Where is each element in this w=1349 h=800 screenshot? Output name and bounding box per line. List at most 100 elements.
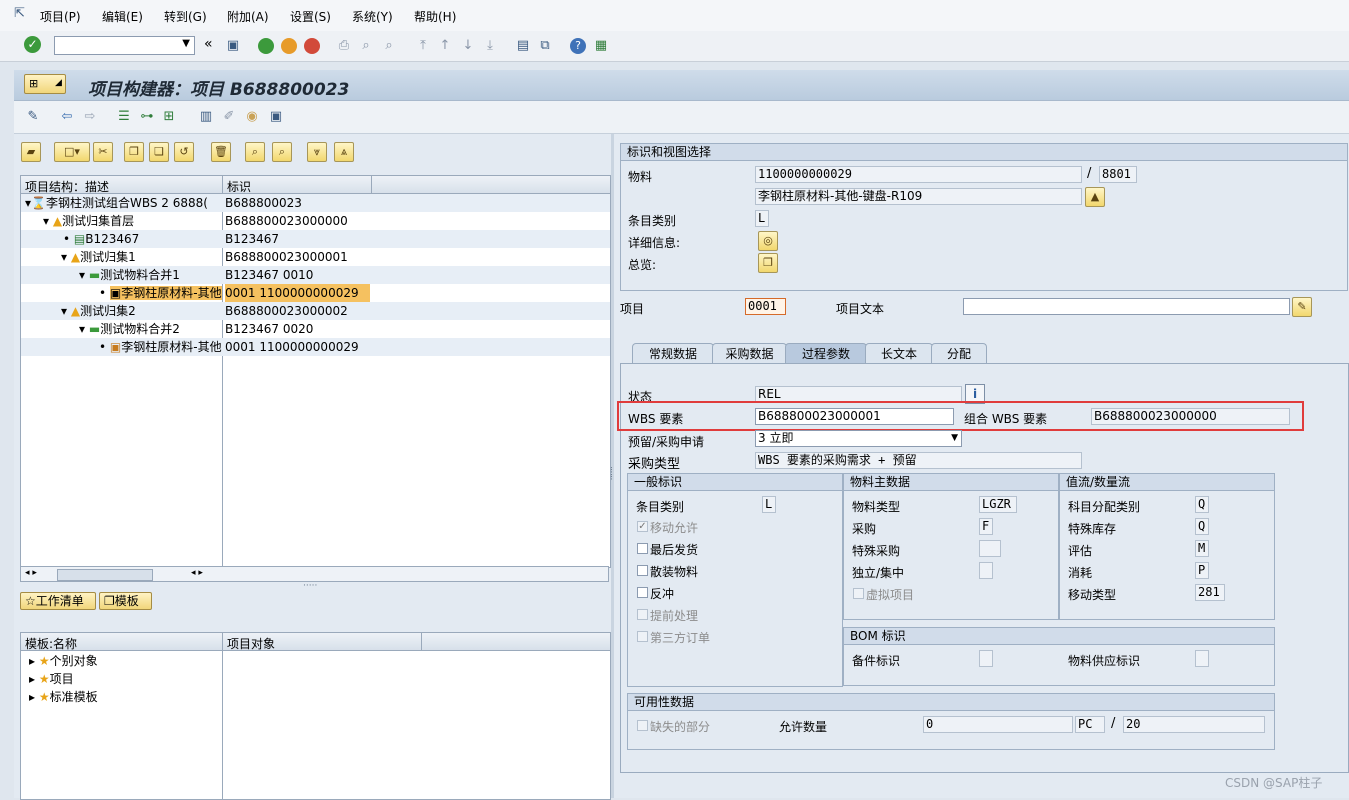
worklist-button[interactable]: ☆工作清单 bbox=[20, 592, 96, 610]
copy-icon[interactable]: ❐ bbox=[124, 142, 144, 162]
display-change-icon[interactable]: ✎ bbox=[24, 108, 42, 126]
collapse-icon[interactable]: ▾ bbox=[79, 322, 85, 336]
splitter-grip[interactable]: ⁝ ⁝ bbox=[610, 467, 613, 483]
expand-icon[interactable]: ⩔ bbox=[307, 142, 327, 162]
scroll-thumb[interactable] bbox=[57, 569, 153, 581]
tree-row[interactable]: ▾ ▲测试归集2 B688800023000002 bbox=[21, 302, 610, 320]
delete-icon[interactable]: 🗑 bbox=[211, 142, 231, 162]
back-object-icon[interactable]: ⇦ bbox=[58, 108, 76, 126]
chevron-down-icon[interactable]: ▼ bbox=[951, 431, 958, 446]
tree-row[interactable]: ▾ ▬测试物料合并2 B123467 0020 bbox=[21, 320, 610, 338]
backflush-checkbox[interactable] bbox=[637, 587, 648, 598]
edit-note-icon[interactable]: ✐ bbox=[220, 108, 238, 126]
services-menu-button[interactable]: ⊞ ◢ bbox=[24, 74, 66, 94]
help-icon[interactable]: ? bbox=[570, 38, 586, 54]
scroll-right-icon[interactable]: ◂ ▸ bbox=[191, 568, 203, 578]
new-object-icon[interactable]: □▾ bbox=[54, 142, 90, 162]
report-icon[interactable]: ▣ bbox=[267, 108, 285, 126]
item-text-field[interactable] bbox=[963, 298, 1290, 315]
material-master-icon[interactable]: ▲ bbox=[1085, 187, 1105, 207]
find-icon[interactable]: ⌕ bbox=[357, 37, 375, 55]
splitter-handle[interactable]: ····· bbox=[303, 581, 317, 591]
network-icon[interactable]: ⊞ bbox=[160, 108, 178, 126]
collapse-icon[interactable]: « bbox=[204, 36, 213, 52]
last-page-icon[interactable]: ⤓ bbox=[481, 37, 499, 55]
missing-part-checkbox[interactable] bbox=[637, 720, 648, 731]
plant-field[interactable]: 8801 bbox=[1099, 166, 1137, 183]
col-identification[interactable]: 标识 bbox=[227, 178, 251, 195]
prev-page-icon[interactable]: ↑ bbox=[436, 37, 454, 55]
col-description[interactable]: 项目结构：描述 bbox=[25, 178, 109, 195]
menu-project[interactable]: 项目(P) bbox=[40, 8, 81, 25]
exit-icon[interactable]: ⇱ bbox=[14, 6, 25, 21]
next-page-icon[interactable]: ↓ bbox=[459, 37, 477, 55]
expand-icon[interactable]: ▸ bbox=[29, 690, 35, 704]
layout-icon[interactable]: ▦ bbox=[592, 37, 610, 55]
back-icon[interactable] bbox=[258, 38, 274, 54]
bulk-material-checkbox[interactable] bbox=[637, 565, 648, 576]
search-next-icon[interactable]: ⌕ bbox=[272, 142, 292, 162]
planning-board-icon[interactable]: ▥ bbox=[197, 108, 215, 126]
early-processing-checkbox[interactable] bbox=[637, 609, 648, 620]
tree-row[interactable]: ▾⌛李钢柱测试组合WBS 2 6888( B688800023 bbox=[21, 194, 610, 212]
tab-assignment[interactable]: 分配 bbox=[931, 343, 987, 364]
overview-icon[interactable]: ❐ bbox=[758, 253, 778, 273]
enter-icon[interactable]: ✓ bbox=[24, 36, 41, 53]
save-icon[interactable]: ▣ bbox=[224, 37, 242, 55]
hierarchy-icon[interactable]: ☰ bbox=[115, 108, 133, 126]
reservation-select[interactable]: 3 立即 ▼ bbox=[755, 430, 962, 447]
tab-general[interactable]: 常规数据 bbox=[632, 343, 714, 364]
menu-system[interactable]: 系统(Y) bbox=[352, 8, 393, 25]
menu-help[interactable]: 帮助(H) bbox=[414, 8, 456, 25]
command-field[interactable]: ▼ bbox=[54, 36, 195, 55]
template-item[interactable]: ▸ ★个别对象 bbox=[29, 652, 618, 670]
move-allowed-checkbox[interactable]: ✓ bbox=[637, 521, 648, 532]
expand-icon[interactable]: ▸ bbox=[29, 654, 35, 668]
menu-settings[interactable]: 设置(S) bbox=[290, 8, 331, 25]
template-item[interactable]: ▸ ★标准模板 bbox=[29, 688, 618, 706]
collapse-all-icon[interactable]: ⩓ bbox=[334, 142, 354, 162]
tree-row-selected[interactable]: • ▣李钢柱原材料-其他 0001 1100000000029 bbox=[21, 284, 610, 302]
template-item[interactable]: ▸ ★项目 bbox=[29, 670, 618, 688]
scroll-left-icon[interactable]: ◂ ▸ bbox=[25, 568, 37, 578]
exit-transaction-icon[interactable] bbox=[281, 38, 297, 54]
cancel-icon[interactable] bbox=[304, 38, 320, 54]
cut-icon[interactable]: ✂ bbox=[93, 142, 113, 162]
open-folder-icon[interactable]: ▰ bbox=[21, 142, 41, 162]
tree-row[interactable]: ▾ ▬测试物料合并1 B123467 0010 bbox=[21, 266, 610, 284]
tree-row[interactable]: ▾ ▲测试归集首层 B688800023000000 bbox=[21, 212, 610, 230]
collapse-icon[interactable]: ▾ bbox=[79, 268, 85, 282]
chevron-down-icon[interactable]: ▼ bbox=[182, 38, 190, 49]
structure-icon[interactable]: ⊶ bbox=[138, 108, 156, 126]
collapse-icon[interactable]: ▾ bbox=[61, 250, 67, 264]
tree-row[interactable]: • ▤B123467 B123467 bbox=[21, 230, 610, 248]
shortcut-icon[interactable]: ⧉ bbox=[536, 37, 554, 55]
menu-goto[interactable]: 转到(G) bbox=[164, 8, 207, 25]
phantom-item-checkbox[interactable] bbox=[853, 588, 864, 599]
collapse-icon[interactable]: ▾ bbox=[43, 214, 49, 228]
forward-object-icon[interactable]: ⇨ bbox=[81, 108, 99, 126]
tab-long-text[interactable]: 长文本 bbox=[865, 343, 933, 364]
tab-process-params[interactable]: 过程参数 bbox=[785, 343, 867, 364]
expand-icon[interactable]: ▸ bbox=[29, 672, 35, 686]
menu-extras[interactable]: 附加(A) bbox=[227, 8, 269, 25]
undo-icon[interactable]: ↺ bbox=[174, 142, 194, 162]
cost-icon[interactable]: ◉ bbox=[243, 108, 261, 126]
tree-row[interactable]: • ▣李钢柱原材料-其他 0001 1100000000029 bbox=[21, 338, 610, 356]
horizontal-scrollbar[interactable]: ◂ ▸ ◂ ▸ bbox=[20, 566, 609, 582]
item-number-field[interactable]: 0001 bbox=[745, 298, 786, 315]
col-project-object[interactable]: 项目对象 bbox=[227, 635, 275, 652]
menu-edit[interactable]: 编辑(E) bbox=[102, 8, 143, 25]
edit-text-icon[interactable]: ✎ bbox=[1292, 297, 1312, 317]
third-party-checkbox[interactable] bbox=[637, 631, 648, 642]
final-issue-checkbox[interactable] bbox=[637, 543, 648, 554]
new-session-icon[interactable]: ▤ bbox=[514, 37, 532, 55]
print-icon[interactable]: ⎙ bbox=[335, 37, 353, 55]
collapse-icon[interactable]: ▾ bbox=[61, 304, 67, 318]
item-category-field[interactable]: L bbox=[755, 210, 769, 227]
wbs-element-field[interactable]: B688800023000001 bbox=[755, 408, 954, 425]
material-field[interactable]: 1100000000029 bbox=[755, 166, 1082, 183]
search-icon[interactable]: ⌕ bbox=[245, 142, 265, 162]
detail-icon[interactable]: ◎ bbox=[758, 231, 778, 251]
paste-icon[interactable]: ❏ bbox=[149, 142, 169, 162]
